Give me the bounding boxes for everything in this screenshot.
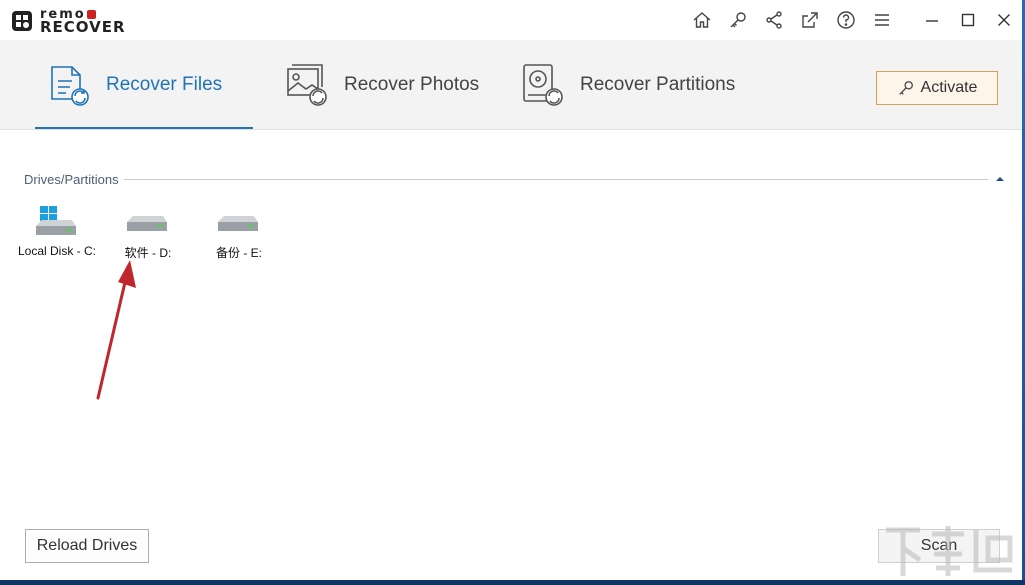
drive-item-d[interactable]: 软件 - D: xyxy=(103,204,193,264)
tab-recover-partitions[interactable]: Recover Partitions xyxy=(518,40,735,130)
recover-photos-icon xyxy=(287,64,327,106)
active-tab-indicator xyxy=(35,127,253,129)
taskbar-edge xyxy=(0,580,1025,585)
windows-logo-icon xyxy=(40,206,57,221)
export-icon[interactable] xyxy=(792,2,828,38)
app-window: remo RECOVER Recover Files Recover Photo… xyxy=(0,0,1022,580)
annotation-arrow-icon xyxy=(96,260,136,400)
drive-icon xyxy=(218,216,258,231)
help-icon[interactable] xyxy=(828,2,864,38)
tab-label: Recover Partitions xyxy=(580,74,736,95)
menu-icon[interactable] xyxy=(864,2,900,38)
drive-label: 备份 - E: xyxy=(215,246,262,260)
tab-header: Recover Files Recover Photos Recover Par… xyxy=(0,40,1022,130)
watermark-logo xyxy=(886,526,1013,576)
recover-partitions-icon xyxy=(523,64,563,106)
section-divider xyxy=(124,179,988,180)
chevron-up-icon[interactable] xyxy=(994,173,1006,185)
tab-label: Recover Files xyxy=(106,74,223,95)
minimize-icon[interactable] xyxy=(914,2,950,38)
recover-files-icon xyxy=(51,66,89,106)
title-bar-controls xyxy=(684,0,1022,40)
drive-item-c[interactable]: Local Disk - C: xyxy=(12,204,102,264)
system-drive-icon xyxy=(36,206,76,235)
tab-label: Recover Photos xyxy=(344,74,480,95)
tab-recover-photos[interactable]: Recover Photos xyxy=(282,40,479,130)
title-bar: remo RECOVER xyxy=(0,0,1022,40)
share-icon[interactable] xyxy=(756,2,792,38)
app-logo: remo RECOVER xyxy=(10,6,126,36)
drive-icon xyxy=(127,216,167,231)
drive-item-e[interactable]: 备份 - E: xyxy=(194,204,284,264)
drive-label: Local Disk - C: xyxy=(17,244,97,258)
activate-button[interactable]: Activate xyxy=(876,71,998,105)
home-icon[interactable] xyxy=(684,2,720,38)
section-title: Drives/Partitions xyxy=(24,172,119,187)
reload-drives-button[interactable]: Reload Drives xyxy=(25,529,149,563)
activate-label: Activate xyxy=(920,79,978,96)
tab-recover-files[interactable]: Recover Files xyxy=(44,40,222,130)
key-icon xyxy=(898,81,913,95)
maximize-icon[interactable] xyxy=(950,2,986,38)
logo-mark-icon xyxy=(12,11,32,31)
logo-text-recover: RECOVER xyxy=(40,18,126,36)
key-icon[interactable] xyxy=(720,2,756,38)
close-icon[interactable] xyxy=(986,2,1022,38)
